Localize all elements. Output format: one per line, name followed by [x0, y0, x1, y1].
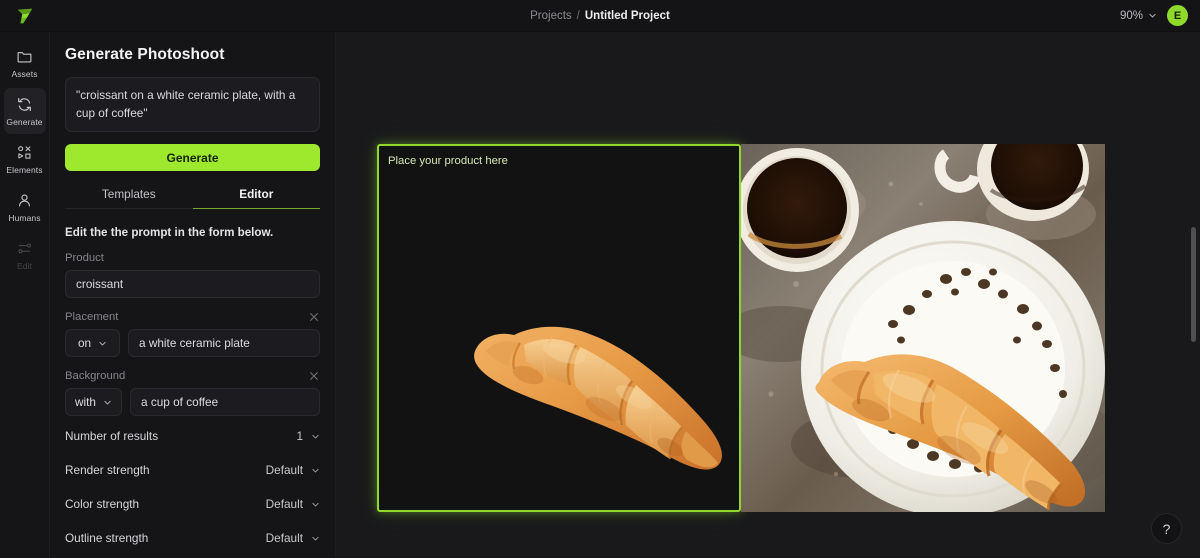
- person-icon: [19, 194, 30, 206]
- folder-icon: [17, 51, 32, 62]
- background-row: with: [65, 388, 320, 417]
- zoom-level-label: 90%: [1119, 9, 1143, 22]
- option-value: Default: [265, 497, 303, 512]
- option-outline-strength[interactable]: Outline strength Default: [65, 524, 320, 552]
- panel-tabs: Templates Editor: [65, 181, 320, 210]
- tab-templates[interactable]: Templates: [65, 181, 193, 210]
- result-photo: [741, 144, 1105, 512]
- sliders-icon: [18, 242, 32, 253]
- product-dropzone[interactable]: Place your product here: [377, 144, 741, 512]
- form-hint: Edit the the prompt in the form below.: [65, 226, 274, 240]
- sidebar-item-label: Assets: [11, 68, 38, 79]
- background-preposition-value: with: [75, 395, 96, 410]
- sidebar-item-label: Elements: [6, 164, 43, 175]
- generate-button[interactable]: Generate: [65, 144, 320, 172]
- field-label-product: Product: [65, 252, 320, 264]
- flowing-f-logo-icon: [17, 8, 33, 23]
- option-number-of-results[interactable]: Number of results 1: [65, 422, 320, 450]
- product-croissant-image[interactable]: [464, 301, 741, 481]
- field-label-placement: Placement: [65, 311, 320, 323]
- placement-preposition-value: on: [77, 336, 92, 351]
- breadcrumb-projects-link[interactable]: Projects: [530, 10, 572, 22]
- option-value: Default: [265, 463, 303, 478]
- breadcrumb-current-project[interactable]: Untitled Project: [585, 10, 670, 22]
- avatar[interactable]: E: [1167, 5, 1188, 26]
- option-label: Number of results: [65, 429, 159, 444]
- field-label-text: Background: [65, 370, 126, 383]
- close-icon[interactable]: [308, 370, 320, 382]
- option-label: Render strength: [65, 463, 150, 478]
- placement-input[interactable]: [128, 329, 320, 358]
- question-mark-icon: ?: [1162, 520, 1171, 537]
- close-icon[interactable]: [308, 311, 320, 323]
- app-body: Assets Generate Elements Humans Edit Gen…: [0, 32, 1200, 558]
- left-nav-rail: Assets Generate Elements Humans Edit: [0, 32, 50, 558]
- field-label-background: Background: [65, 370, 320, 382]
- sidebar-item-assets[interactable]: Assets: [4, 40, 46, 86]
- field-label-text: Product: [65, 252, 104, 265]
- page-title: Generate Photoshoot: [65, 46, 225, 63]
- option-value: 1: [296, 429, 303, 444]
- sidebar-item-label: Generate: [6, 116, 43, 127]
- option-value: Default: [265, 531, 303, 546]
- chevron-down-icon: [1149, 13, 1156, 18]
- chevron-down-icon: [312, 502, 319, 507]
- breadcrumb-separator: /: [576, 9, 580, 22]
- product-input[interactable]: [65, 270, 320, 299]
- option-label: Color strength: [65, 497, 140, 512]
- option-label: Outline strength: [65, 531, 149, 546]
- top-bar: Projects / Untitled Project 90% E: [0, 0, 1200, 32]
- app-logo[interactable]: [0, 5, 50, 27]
- option-render-strength[interactable]: Render strength Default: [65, 456, 320, 484]
- breadcrumb: Projects / Untitled Project: [0, 0, 1200, 31]
- background-input[interactable]: [129, 388, 320, 417]
- prompt-input[interactable]: "croissant on a white ceramic plate, wit…: [65, 77, 320, 133]
- chevron-down-icon: [312, 468, 319, 473]
- generate-panel: Generate Photoshoot "croissant on a whit…: [50, 32, 336, 558]
- zoom-control[interactable]: 90%: [1120, 10, 1157, 22]
- chevron-down-icon: [312, 536, 319, 541]
- sidebar-item-generate[interactable]: Generate: [3, 88, 46, 134]
- chevron-down-icon: [312, 434, 319, 439]
- option-color-strength[interactable]: Color strength Default: [65, 490, 320, 518]
- sidebar-item-label: Humans: [8, 212, 41, 223]
- top-bar-right: 90% E: [1120, 0, 1200, 31]
- sidebar-item-edit: Edit: [4, 232, 46, 278]
- vertical-scrollbar-thumb[interactable]: [1191, 227, 1196, 342]
- placement-row: on: [65, 329, 320, 358]
- shapes-icon: [18, 145, 31, 159]
- placement-preposition-select[interactable]: on: [65, 329, 120, 358]
- sidebar-item-elements[interactable]: Elements: [4, 136, 46, 182]
- chevron-down-icon: [104, 400, 111, 405]
- sidebar-item-humans[interactable]: Humans: [4, 184, 46, 230]
- field-label-text: Placement: [65, 311, 119, 324]
- generated-result-image[interactable]: [741, 144, 1105, 512]
- dropzone-label: Place your product here: [388, 155, 508, 167]
- tab-editor[interactable]: Editor: [192, 181, 320, 210]
- sidebar-item-label: Edit: [16, 260, 33, 271]
- help-button[interactable]: ?: [1151, 513, 1182, 544]
- chevron-down-icon: [99, 341, 106, 346]
- background-preposition-select[interactable]: with: [65, 388, 122, 417]
- canvas-area[interactable]: Place your product here ?: [336, 32, 1200, 558]
- app-root: Projects / Untitled Project 90% E Assets: [0, 0, 1200, 558]
- refresh-icon: [18, 97, 31, 111]
